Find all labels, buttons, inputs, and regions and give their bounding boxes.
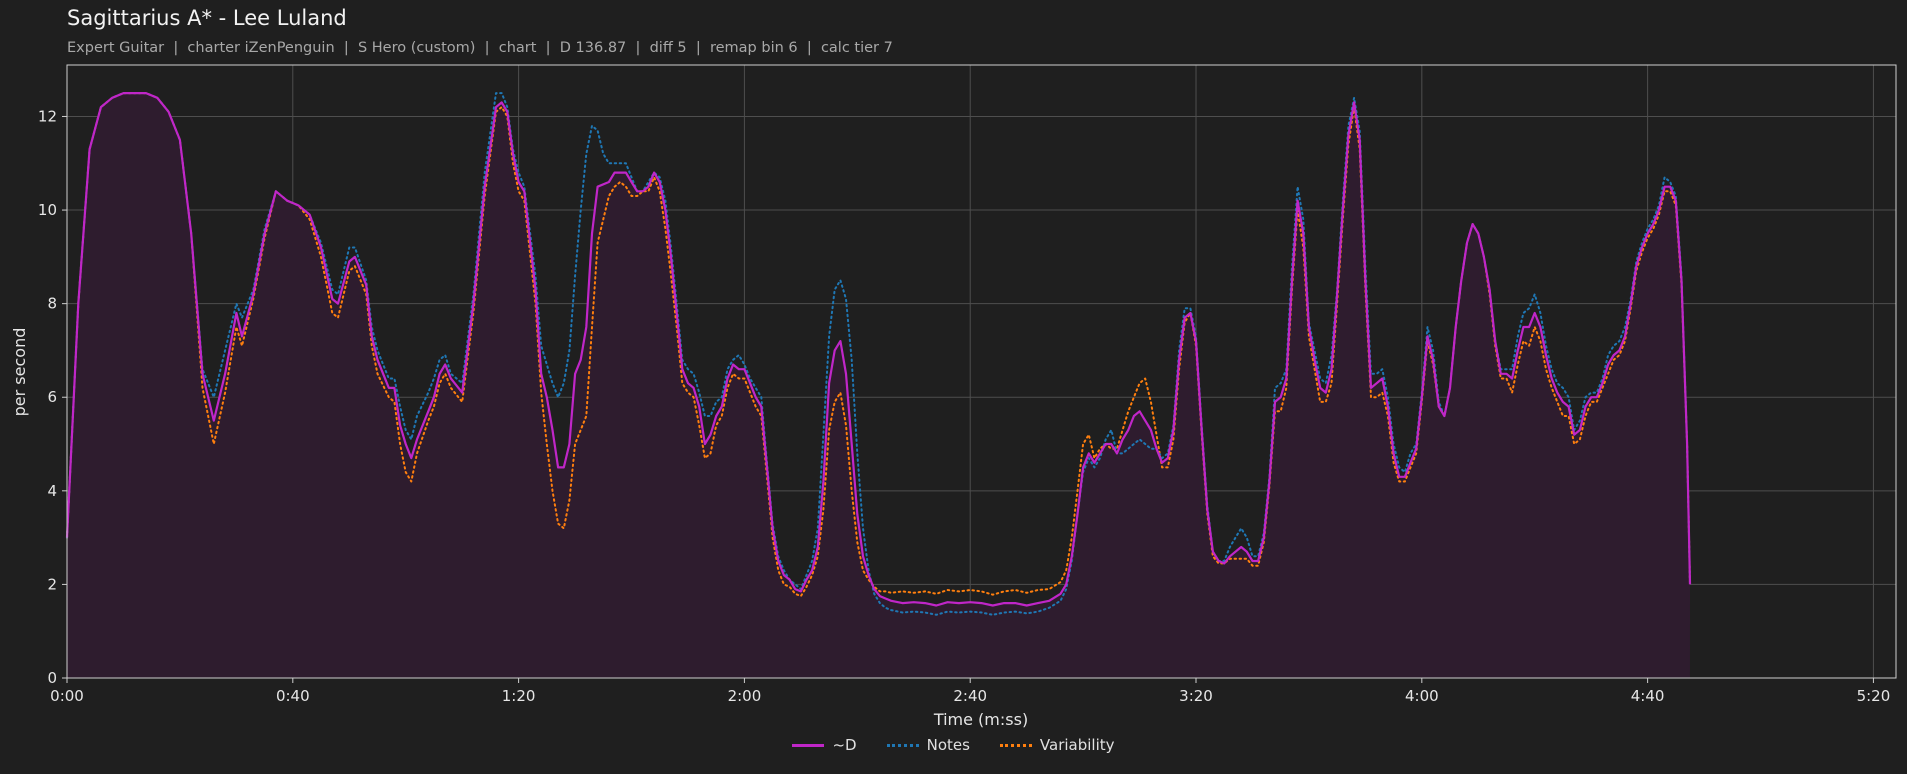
x-tick-label: 5:20 xyxy=(1857,687,1891,705)
y-tick-label: 8 xyxy=(47,295,57,313)
x-tick-label: 4:40 xyxy=(1631,687,1665,705)
legend-swatch-variability xyxy=(999,743,1032,747)
x-tick-label: 2:00 xyxy=(728,687,762,705)
legend-label-d: ~D xyxy=(832,736,857,754)
y-tick-label: 6 xyxy=(47,388,57,406)
legend-swatch-notes xyxy=(886,743,919,747)
x-tick-label: 1:20 xyxy=(502,687,536,705)
y-tick-label: 0 xyxy=(47,669,57,687)
chart-legend: ~D Notes Variability xyxy=(0,736,1907,754)
legend-item-d: ~D xyxy=(792,736,857,754)
y-axis-label: per second xyxy=(10,328,29,417)
legend-swatch-d xyxy=(792,743,825,747)
legend-item-variability: Variability xyxy=(999,736,1115,754)
y-tick-label: 10 xyxy=(38,201,57,219)
y-tick-label: 4 xyxy=(47,482,57,500)
x-tick-label: 0:00 xyxy=(50,687,84,705)
legend-label-variability: Variability xyxy=(1039,736,1115,754)
x-tick-label: 2:40 xyxy=(953,687,987,705)
x-tick-label: 0:40 xyxy=(276,687,310,705)
legend-label-notes: Notes xyxy=(926,736,970,754)
x-tick-label: 4:00 xyxy=(1405,687,1439,705)
legend-item-notes: Notes xyxy=(886,736,970,754)
chart-plot: 0:00 0:40 1:20 2:00 2:40 3:20 4:00 4:40 5:20 0 2 4 6… xyxy=(10,64,1897,729)
x-tick-label: 3:20 xyxy=(1179,687,1213,705)
y-tick-label: 2 xyxy=(47,575,57,593)
x-axis-label: Time (m:ss) xyxy=(933,710,1028,729)
y-tick-label: 12 xyxy=(38,107,57,125)
